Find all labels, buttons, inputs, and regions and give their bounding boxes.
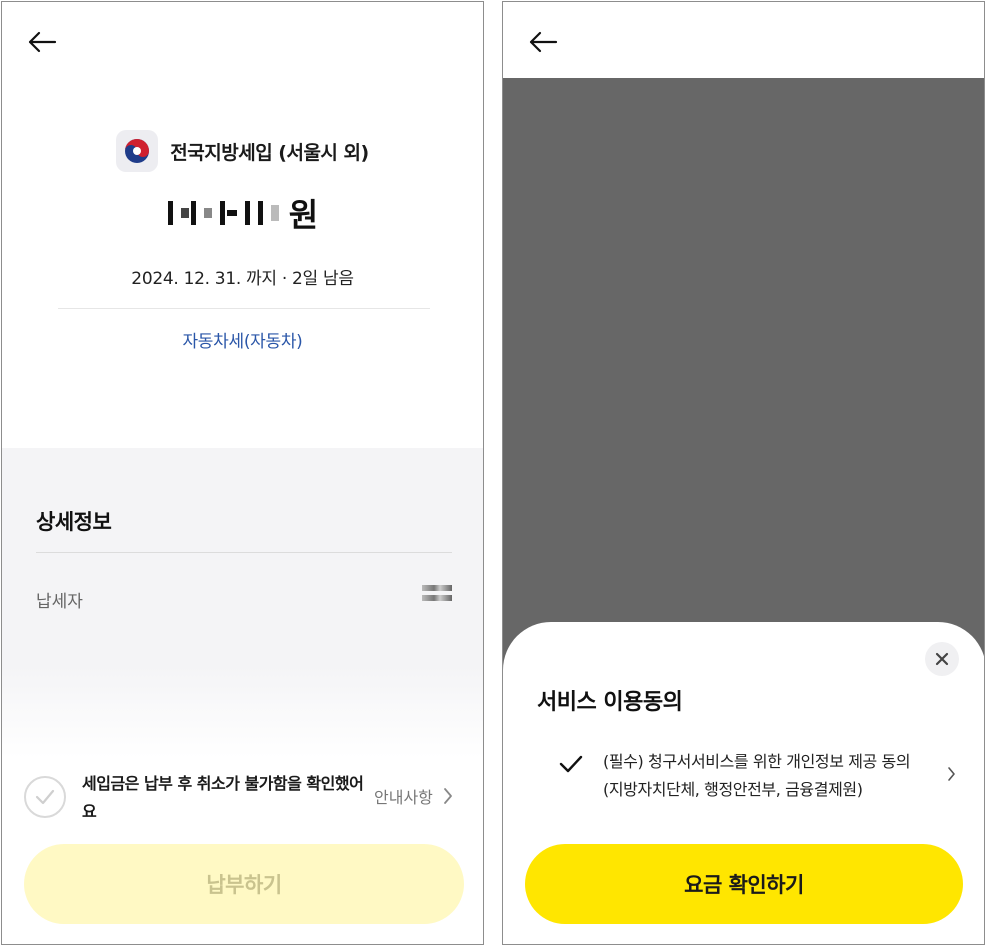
- tax-header: 전국지방세입 (서울시 외): [2, 130, 483, 172]
- gov-emblem-icon: [116, 130, 159, 172]
- sheet-title: 서비스 이용동의: [537, 690, 683, 715]
- notice-label: 안내사항: [374, 788, 433, 807]
- back-button[interactable]: [523, 24, 563, 60]
- confirm-checkbox[interactable]: [24, 776, 66, 818]
- payment-screen: 전국지방세입 (서울시 외) 원 2024. 12. 31. 까지 · 2일 남…: [1, 1, 484, 945]
- check-fee-button[interactable]: 요금 확인하기: [525, 844, 963, 924]
- back-arrow-icon: [28, 31, 57, 53]
- payer-value-masked: [422, 585, 452, 603]
- amount-display: 원: [2, 190, 483, 236]
- pay-button[interactable]: 납부하기: [24, 844, 464, 924]
- payer-label: 납세자: [36, 592, 83, 612]
- amount-unit: 원: [288, 196, 318, 234]
- agreement-text: (필수) 청구서서비스를 위한 개인정보 제공 동의 (지방자치단체, 행정안전…: [603, 752, 911, 799]
- confirm-text: 세입금은 납부 후 취소가 불가함을 확인했어요: [82, 774, 364, 821]
- confirm-row: 세입금은 납부 후 취소가 불가함을 확인했어요 안내사항: [24, 768, 469, 828]
- tax-title: 전국지방세입 (서울시 외): [170, 141, 369, 164]
- tax-category-link[interactable]: 자동차세(자동차): [2, 327, 483, 352]
- amount-masked: [167, 198, 283, 228]
- close-button[interactable]: [925, 642, 959, 676]
- detail-section: 상세정보 납세자: [2, 472, 483, 742]
- close-icon: [935, 652, 949, 666]
- back-arrow-icon: [529, 31, 558, 53]
- checkmark-icon: [35, 789, 55, 805]
- consent-bottom-sheet: 서비스 이용동의 (필수) 청구서서비스를 위한 개인정보 제공 동의 (지방자…: [503, 622, 984, 944]
- divider: [58, 308, 430, 309]
- chevron-right-icon: [443, 788, 452, 804]
- back-button[interactable]: [22, 24, 62, 60]
- detail-title: 상세정보: [36, 510, 112, 534]
- due-date: 2024. 12. 31. 까지 · 2일 남음: [131, 269, 354, 289]
- consent-screen: 서비스 이용동의 (필수) 청구서서비스를 위한 개인정보 제공 동의 (지방자…: [502, 1, 985, 945]
- checkmark-icon[interactable]: [559, 754, 583, 774]
- divider: [36, 552, 452, 553]
- agreement-item[interactable]: (필수) 청구서서비스를 위한 개인정보 제공 동의 (지방자치단체, 행정안전…: [559, 748, 963, 808]
- chevron-right-icon[interactable]: [947, 766, 956, 782]
- notice-link[interactable]: 안내사항: [374, 784, 453, 808]
